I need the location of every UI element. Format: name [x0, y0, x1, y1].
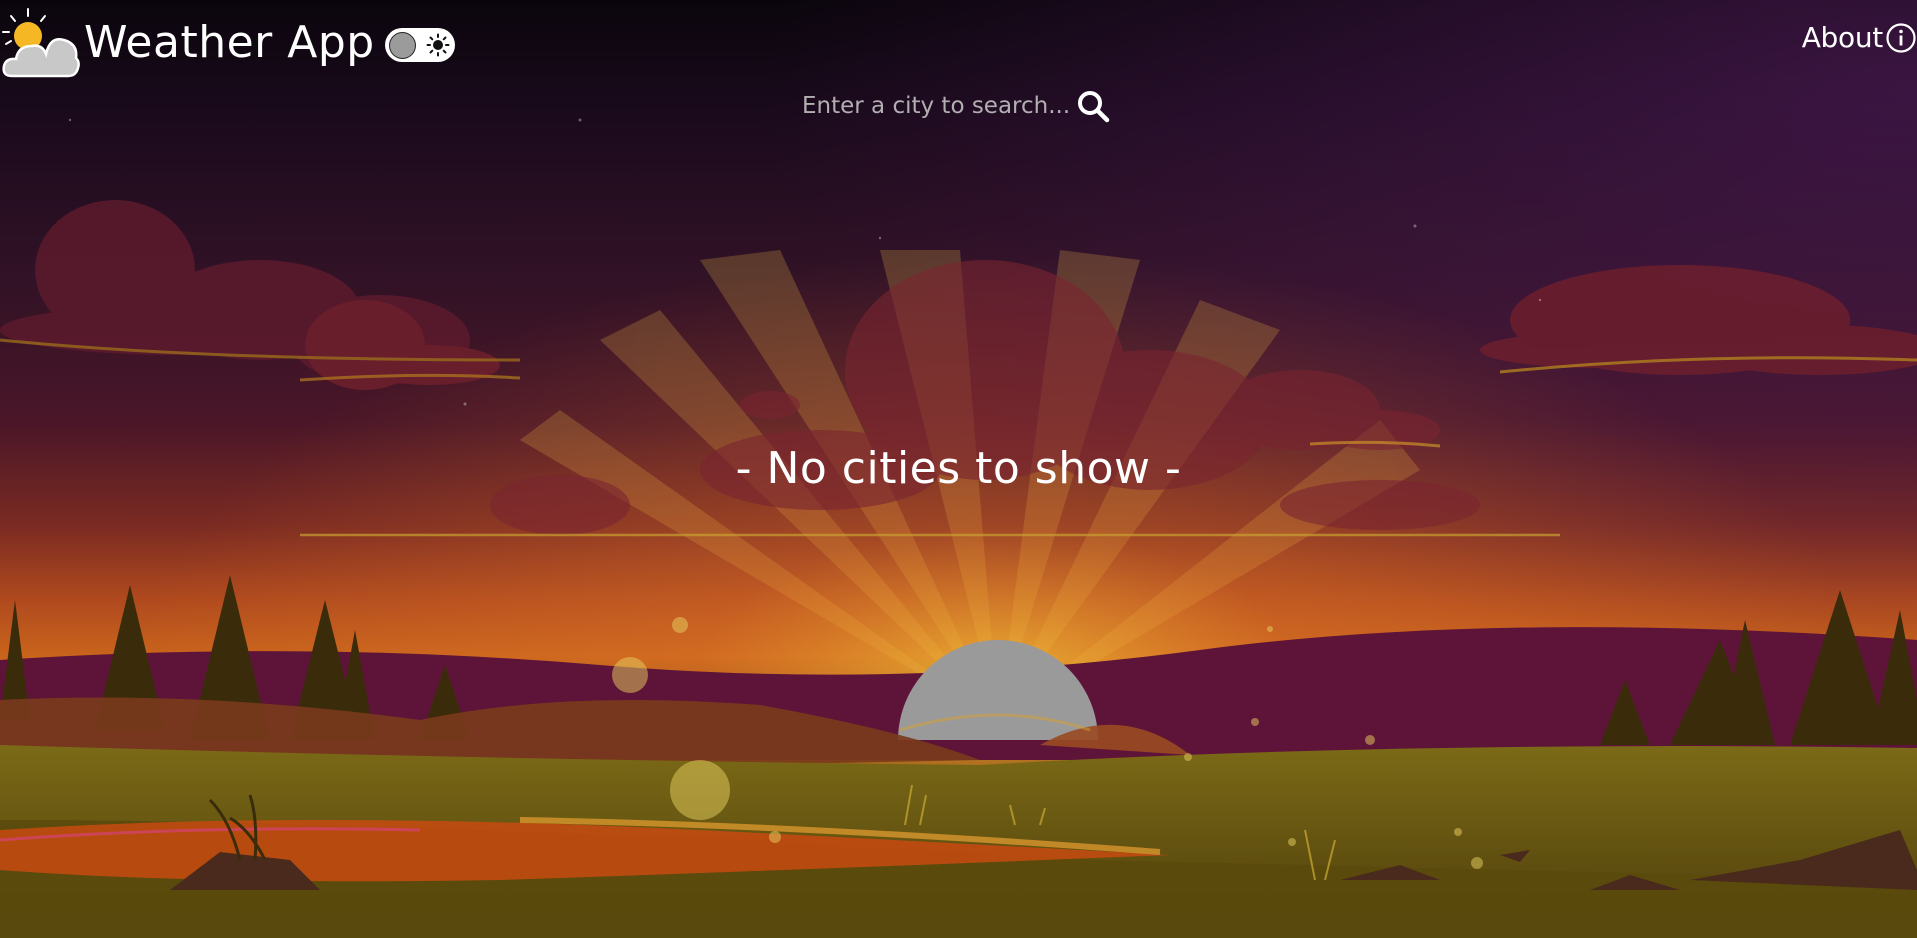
- search-input[interactable]: [798, 86, 1070, 126]
- theme-toggle[interactable]: [384, 28, 455, 62]
- info-icon: [1886, 23, 1916, 53]
- app-title: Weather App: [84, 17, 375, 68]
- sun-icon: [426, 33, 450, 57]
- app-header: Weather App About: [0, 0, 1917, 95]
- sun-behind-cloud-icon: [2, 8, 80, 78]
- toggle-knob[interactable]: [388, 32, 416, 59]
- about-link[interactable]: About: [1802, 22, 1917, 54]
- brand: Weather App: [0, 6, 455, 80]
- about-label: About: [1801, 21, 1884, 54]
- empty-state-message: - No cities to show -: [735, 443, 1182, 494]
- search-bar: [798, 86, 1116, 126]
- search-button[interactable]: [1076, 88, 1112, 124]
- search-icon: [1078, 91, 1110, 123]
